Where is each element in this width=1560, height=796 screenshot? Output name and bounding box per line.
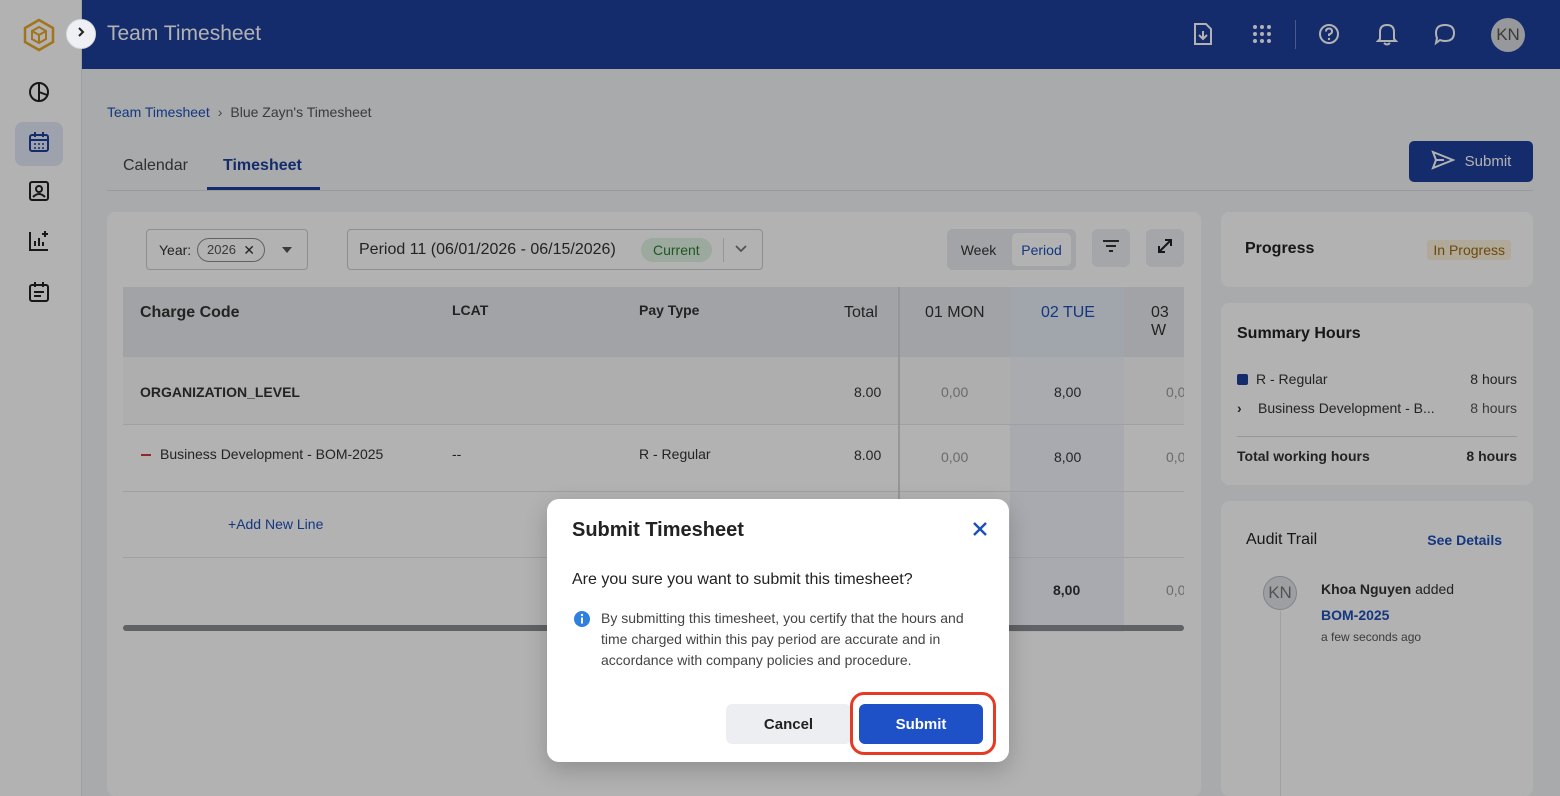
close-icon[interactable] <box>969 518 991 540</box>
dialog-title: Submit Timesheet <box>572 519 744 541</box>
dialog-info-text: By submitting this timesheet, you certif… <box>601 610 964 668</box>
chevron-right-icon <box>75 25 87 43</box>
info-icon <box>573 610 591 633</box>
cancel-button[interactable]: Cancel <box>726 704 851 744</box>
sidebar-toggle-button[interactable] <box>66 19 96 49</box>
submit-highlight-ring <box>850 692 996 755</box>
dialog-question: Are you sure you want to submit this tim… <box>572 571 913 588</box>
